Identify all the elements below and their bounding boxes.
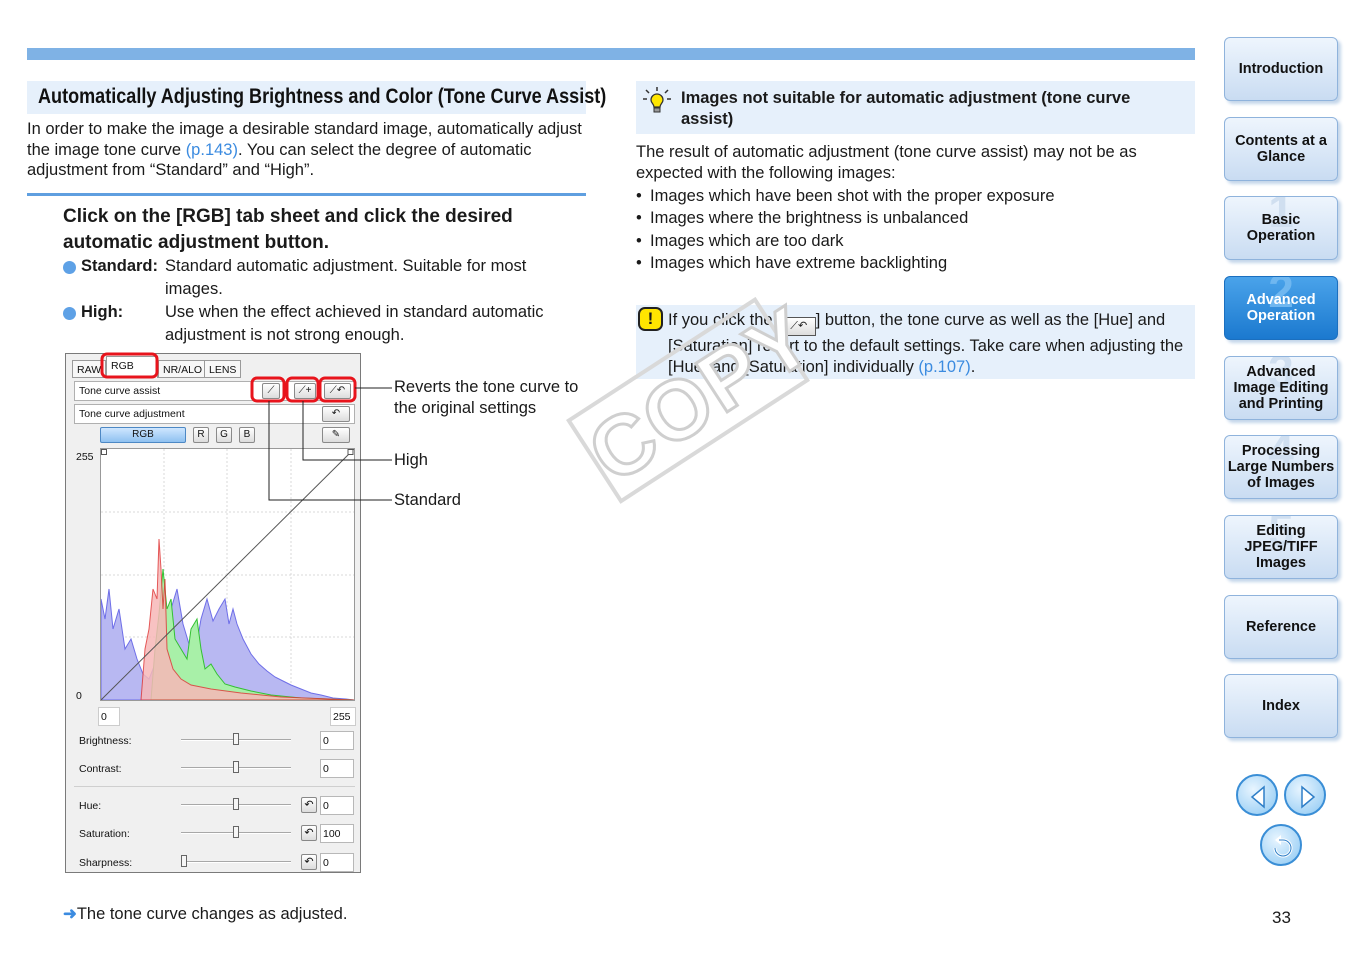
- result-note: ➜The tone curve changes as adjusted.: [63, 905, 348, 923]
- standard-button-highlight: [318, 376, 357, 403]
- return-icon: [1273, 835, 1293, 858]
- list-item: Images which are too dark: [636, 231, 1195, 252]
- caution-icon: !: [638, 307, 663, 331]
- tip-body: The result of automatic adjustment (tone…: [636, 142, 1195, 274]
- tip-intro: The result of automatic adjustment (tone…: [636, 143, 1137, 182]
- nav-advanced-image-editing[interactable]: 3 Advanced Image Editing and Printing: [1224, 356, 1338, 420]
- arrow-left-icon: [1250, 785, 1265, 809]
- return-button[interactable]: [1260, 824, 1302, 866]
- arrow-right-icon: [1301, 785, 1316, 809]
- nav-basic-operation[interactable]: 1 Basic Operation: [1224, 196, 1338, 260]
- callout-revert: Reverts the tone curve to the original s…: [394, 378, 579, 417]
- rgb-tab-highlight: [100, 352, 159, 379]
- callout-high: High: [394, 451, 428, 469]
- nav-index[interactable]: Index: [1224, 674, 1338, 738]
- nav-processing-large-numbers[interactable]: 4 Processing Large Numbers of Images: [1224, 435, 1338, 499]
- page-number: 33: [1272, 908, 1291, 927]
- high-button-highlight: [285, 376, 320, 403]
- reset-button-highlight: [250, 376, 286, 403]
- list-item: Images which have extreme backlighting: [636, 253, 1195, 274]
- nav-editing-jpeg-tiff[interactable]: 5 Editing JPEG/TIFF Images: [1224, 515, 1338, 579]
- tip-box: Images not suitable for automatic adjust…: [636, 81, 1195, 134]
- nav-introduction[interactable]: Introduction: [1224, 37, 1338, 101]
- nav-reference[interactable]: Reference: [1224, 595, 1338, 659]
- page-link-107[interactable]: (p.107): [918, 358, 970, 376]
- list-item: Images which have been shot with the pro…: [636, 186, 1195, 207]
- nav-contents[interactable]: Contents at a Glance: [1224, 117, 1338, 181]
- callout-standard: Standard: [394, 491, 461, 509]
- right-arrow-icon: ➜: [63, 905, 77, 923]
- tip-title: Images not suitable for automatic adjust…: [681, 89, 1131, 128]
- standard-leader-line: [268, 401, 392, 501]
- next-page-button[interactable]: [1284, 774, 1326, 816]
- high-leader-line: [302, 401, 392, 461]
- lightbulb-icon: [643, 87, 671, 113]
- nav-advanced-operation[interactable]: 2 Advanced Operation: [1224, 276, 1338, 340]
- previous-page-button[interactable]: [1236, 774, 1278, 816]
- list-item: Images where the brightness is unbalance…: [636, 208, 1195, 229]
